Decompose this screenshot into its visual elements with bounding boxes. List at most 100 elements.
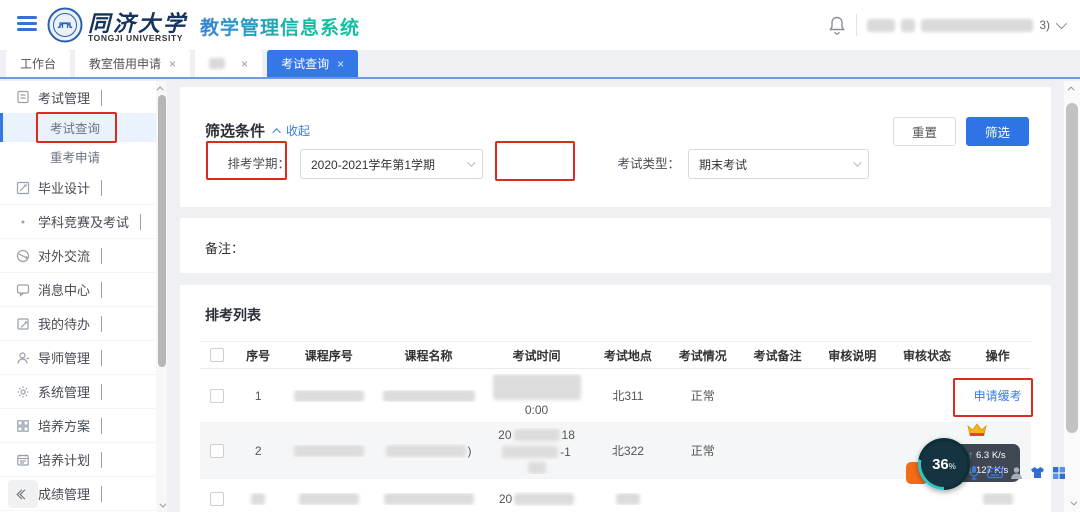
column-header: 审核说明 [828,348,877,363]
person-icon [16,351,30,365]
sidebar-item-导师管理[interactable]: 导师管理 [0,341,156,375]
table-cell [200,491,233,506]
column-header: 课程序号 [304,348,353,363]
tab-label: 教室借用申请 [89,57,162,71]
reset-button[interactable]: 重置 [892,117,956,146]
row-checkbox[interactable] [209,491,224,506]
redacted-block [982,492,1013,505]
table-cell: ) [375,444,483,458]
semester-field-label: 排考学期： [227,157,290,171]
person-icon[interactable] [1010,466,1023,480]
table-cell: 北322 [611,444,644,458]
page-scrollbar[interactable] [1064,81,1080,512]
sidebar-item-培养计划[interactable]: 培养计划 [0,443,156,477]
exam-type-select[interactable]: 期末考试 [688,149,869,179]
hamburger-menu-icon[interactable] [17,16,37,33]
speed-percent-unit: % [948,461,956,471]
calendar-icon [16,453,30,467]
sidebar-collapse-button[interactable] [8,480,38,508]
speed-ball-36-percent[interactable]: 36% [918,438,970,490]
redacted-block [385,444,466,457]
sidebar-item-label: 重考申请 [50,151,101,165]
user-name-redacted [921,18,1034,32]
sidebar-item-label: 我的待办 [38,317,91,332]
row-checkbox[interactable] [209,388,224,403]
shirt-icon[interactable] [1030,466,1045,479]
redacted-block [293,389,364,402]
exam-list-title: 排考列表 [205,307,261,323]
page-scrollbar-thumb[interactable] [1066,103,1078,433]
table-cell: 2 [254,443,262,458]
table-cell: 20 [483,492,591,506]
scroll-down-icon[interactable] [156,498,167,512]
select-all-checkbox[interactable] [209,348,224,362]
scroll-up-icon[interactable] [1064,81,1080,95]
sidebar-item-毕业设计[interactable]: 毕业设计 [0,171,156,205]
sidebar-item-label: 消息中心 [38,283,91,298]
user-menu[interactable]: 3) [867,17,1068,32]
filter-submit-button[interactable]: 筛选 [965,117,1029,146]
tab-close-icon[interactable]: × [337,58,344,70]
sidebar-item-系统管理[interactable]: 系统管理 [0,375,156,409]
table-header-row: 序号 课程序号 课程名称 考试时间 考试地点 考试情况 考试备注 审核说明 审核状态 操作 [200,341,1031,369]
todo-icon [16,317,30,331]
sidebar-item-学科竞赛及考试[interactable]: 学科竞赛及考试 [0,205,156,239]
table-cell: 申请缓考 [964,387,1030,404]
tab-bar: 工作台 教室借用申请 × × 考试查询 × [0,50,1080,79]
redacted-block [615,492,640,505]
sidebar-scrollbar[interactable] [156,81,167,512]
user-name-redacted [901,18,916,32]
dot-icon [16,215,30,229]
tab-close-icon[interactable]: × [241,58,248,70]
sidebar-nav: 考试管理 考试查询重考申请毕业设计学科竞赛及考试 对外交流消息中心我的待办导师管理系… [0,81,156,512]
tab-label: 考试查询 [281,57,330,71]
sidebar-scrollbar-thumb[interactable] [157,95,166,367]
filter-collapse-link[interactable]: 收起 [272,122,310,139]
sidebar-item-label: 系统管理 [38,385,91,400]
sidebar-item-消息中心[interactable]: 消息中心 [0,273,156,307]
sidebar-item-考试查询[interactable]: 考试查询 [0,113,156,142]
row-checkbox[interactable] [209,443,224,458]
tab-label-redacted [209,58,226,69]
sidebar-item-重考申请[interactable]: 重考申请 [0,142,156,171]
table-cell [591,492,666,505]
tab-考试查询[interactable]: 考试查询 × [267,50,359,77]
vip-crown-icon [967,423,987,436]
redacted-block [298,492,359,505]
notification-bell-icon[interactable] [828,15,846,35]
doc-icon [16,90,30,104]
semester-select[interactable]: 2020-2021学年第1学期 [300,149,483,179]
sidebar-item-我的待办[interactable]: 我的待办 [0,307,156,341]
tab-close-icon[interactable]: × [169,58,176,70]
sidebar-item-label: 毕业设计 [38,181,91,196]
scroll-down-icon[interactable] [1064,496,1080,510]
table-cell [375,389,483,402]
cell-text-fragment: 18 [561,427,575,442]
column-header: 审核状态 [903,348,952,363]
chevron-right-icon [101,180,103,196]
tab-工作台[interactable]: 工作台 [6,50,71,77]
speed-percent: 36 [932,455,949,473]
sidebar-item-培养方案[interactable]: 培养方案 [0,409,156,443]
tab-教室借用申请[interactable]: 教室借用申请 × [75,50,191,77]
sidebar-item-考试管理[interactable]: 考试管理 [0,81,156,113]
table-cell: 正常 [690,444,715,458]
scroll-up-icon[interactable] [156,81,167,95]
app-grid-icon[interactable] [1052,466,1066,480]
design-icon [16,181,30,195]
cell-text-fragment: 20 [498,427,512,442]
column-header: 序号 [246,348,271,363]
chevron-right-icon [101,248,103,264]
apply-deferred-exam-link[interactable]: 申请缓考 [974,387,1022,404]
tab-redacted[interactable]: × [195,50,263,77]
table-cell [233,492,283,505]
user-name-redacted [867,18,896,32]
sidebar-item-对外交流[interactable]: 对外交流 [0,239,156,273]
redacted-block [492,374,581,400]
microphone-icon[interactable] [968,465,980,480]
table-cell [283,492,374,505]
sidebar-item-label: 成绩管理 [38,487,91,502]
column-header: 操作 [985,348,1010,363]
globe-icon [16,249,30,263]
keyboard-icon[interactable] [987,467,1003,479]
